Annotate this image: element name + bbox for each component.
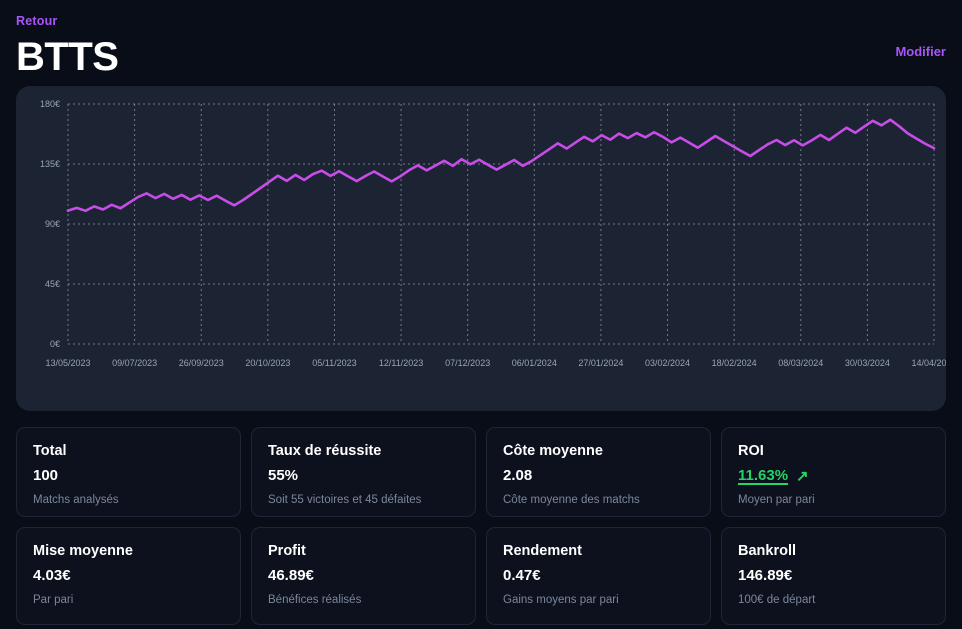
chart-x-tick-label: 14/04/2024 — [911, 358, 946, 368]
chart-x-tick-label: 05/11/2023 — [312, 358, 356, 368]
stat-card: Rendement 0.47€ Gains moyens par pari — [486, 527, 711, 625]
stat-card-subtitle: Côte moyenne des matchs — [503, 494, 640, 507]
stat-card: ROI 11.63% ↗ Moyen par pari — [721, 427, 946, 517]
chart-x-tick-label: 06/01/2024 — [512, 358, 557, 368]
chart-x-tick-label: 13/05/2023 — [45, 358, 90, 368]
stat-card-label: Rendement — [503, 543, 582, 559]
stat-card-subtitle: Gains moyens par pari — [503, 594, 619, 607]
stat-card-subtitle: Soit 55 victoires et 45 défaites — [268, 494, 422, 507]
stat-card-value: 55% — [268, 466, 299, 484]
chart-y-tick-label: 0€ — [50, 339, 60, 349]
trend-up-icon: ↗ — [796, 467, 809, 485]
stat-card-label: Taux de réussite — [268, 443, 382, 459]
page-title: BTTS — [16, 35, 119, 79]
stat-card-subtitle: Matchs analysés — [33, 494, 119, 507]
chart-x-tick-label: 26/09/2023 — [179, 358, 224, 368]
stat-card-value: 0.47€ — [503, 566, 541, 584]
stat-card-subtitle: 100€ de départ — [738, 594, 816, 607]
chart-x-tick-label: 08/03/2024 — [778, 358, 823, 368]
stat-card: Profit 46.89€ Bénéfices réalisés — [251, 527, 476, 625]
stat-card-label: Côte moyenne — [503, 443, 603, 459]
chart-y-tick-label: 180€ — [40, 99, 60, 109]
chart-x-tick-label: 27/01/2024 — [578, 358, 623, 368]
stat-card-label: ROI — [738, 443, 764, 459]
stat-card-label: Mise moyenne — [33, 543, 133, 559]
chart-x-tick-label: 30/03/2024 — [845, 358, 890, 368]
stat-card-value: 4.03€ — [33, 566, 71, 584]
stat-card-value-row: 11.63% ↗ — [738, 466, 929, 485]
chart-y-tick-label: 90€ — [45, 219, 60, 229]
chart-y-tick-label: 45€ — [45, 279, 60, 289]
chart-x-tick-label: 12/11/2023 — [379, 358, 423, 368]
stat-card: Côte moyenne 2.08 Côte moyenne des matchs — [486, 427, 711, 517]
page-header: Retour BTTS Modifier — [0, 0, 962, 86]
stat-card-subtitle: Bénéfices réalisés — [268, 594, 362, 607]
edit-link[interactable]: Modifier — [895, 44, 946, 59]
stat-card: Taux de réussite 55% Soit 55 victoires et … — [251, 427, 476, 517]
bankroll-chart-card: 0€ 45€ 90€ 135€ 180€ 13/05/2023 09/07/2023 26/… — [16, 86, 946, 411]
stat-card-value: 146.89€ — [738, 566, 793, 584]
bankroll-series-line — [66, 118, 936, 213]
stat-card-label: Bankroll — [738, 543, 797, 559]
chart-gridlines — [67, 103, 935, 345]
stat-card-value: 100 — [33, 466, 59, 484]
stat-card-subtitle: Moyen par pari — [738, 494, 815, 507]
chart-x-tick-label: 07/12/2023 — [445, 358, 490, 368]
stat-card-subtitle: Par pari — [33, 594, 74, 607]
stat-card: Bankroll 146.89€ 100€ de départ — [721, 527, 946, 625]
chart-x-axis-labels: 13/05/2023 09/07/2023 26/09/2023 20/10/2023… — [45, 358, 946, 368]
stat-card-value: 46.89€ — [268, 566, 314, 584]
app-root: Retour BTTS Modifier 0€ 45€ 90€ 135€ 180€ 13… — [0, 0, 962, 629]
chart-x-tick-label: 03/02/2024 — [645, 358, 690, 368]
chart-x-tick-label: 18/02/2024 — [712, 358, 757, 368]
chart-x-tick-label: 09/07/2023 — [112, 358, 157, 368]
stat-card-value: 2.08 — [503, 466, 533, 484]
stat-card-value: 11.63% — [738, 466, 789, 484]
stat-card-label: Profit — [268, 543, 306, 559]
stat-card: Total 100 Matchs analysés — [16, 427, 241, 517]
bankroll-line-chart: 0€ 45€ 90€ 135€ 180€ 13/05/2023 09/07/2023 26/… — [40, 99, 946, 368]
stat-card-label: Total — [33, 443, 67, 459]
chart-y-axis-labels: 0€ 45€ 90€ 135€ 180€ — [40, 99, 60, 349]
chart-x-tick-label: 20/10/2023 — [245, 358, 290, 368]
back-link[interactable]: Retour — [16, 14, 57, 28]
stats-grid: Total 100 Matchs analysés Taux de réussite 5… — [8, 427, 954, 625]
chart-y-tick-label: 135€ — [40, 159, 60, 169]
stat-card: Mise moyenne 4.03€ Par pari — [16, 527, 241, 625]
